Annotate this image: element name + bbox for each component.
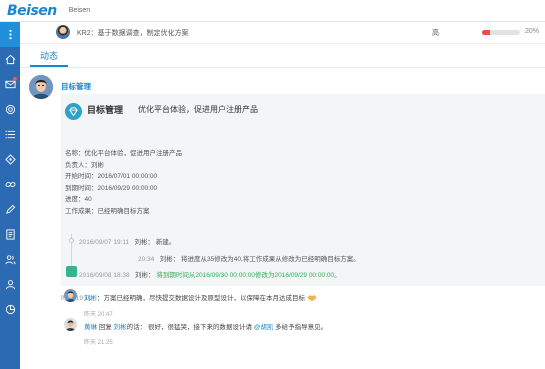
timeline-entry: 2016/09/07 19:11 刘彬： 新建。 — [79, 236, 175, 246]
avatar[interactable] — [29, 75, 53, 99]
comment-time: 昨天 20:47 — [84, 312, 113, 318]
comment-avatar-image — [64, 318, 77, 331]
tab-activity[interactable]: 动态 — [30, 46, 69, 67]
kr-priority: 高 — [432, 30, 439, 37]
comment-avatar[interactable] — [64, 318, 77, 331]
timeline-text: 新建。 — [155, 239, 176, 246]
goal-details: 名称：优化平台体验，促进用户注册产品 负责人：刘彬 开始时间：2016/07/0… — [65, 148, 182, 217]
report-icon — [5, 229, 15, 240]
kr-progress-percent: 20% — [525, 28, 540, 35]
reply-suffix: 的话： — [126, 324, 147, 331]
reply-word: 回复 — [98, 324, 112, 331]
comment-body: ：方案已经明确，尽快提交数据设计及原型设计，以保障在本月达成目标 — [97, 295, 305, 302]
detail-name: 名称：优化平台体验，促进用户注册产品 — [65, 150, 182, 157]
sidebar — [0, 22, 20, 369]
person-icon — [5, 280, 15, 290]
detail-progress: 进度：40 — [65, 196, 92, 203]
main-content: KR2：基于数据调查，制定优化方案 高 20% 动态 目标管理 目标管理 优化平… — [20, 22, 545, 369]
target-icon — [5, 104, 15, 115]
list-icon — [5, 130, 15, 139]
comment-time: 昨天 21:25 — [84, 340, 113, 346]
reply-target[interactable]: 刘彬 — [114, 324, 127, 331]
top-bar: Beisen Beisen — [0, 0, 545, 22]
detail-result: 工作成果：已经明确目标方案 — [65, 207, 150, 215]
sidebar-item-list[interactable] — [0, 122, 20, 147]
beisen-logo[interactable]: Beisen — [7, 3, 57, 19]
timeline-dot — [69, 238, 74, 243]
sidebar-item-home[interactable] — [0, 47, 20, 72]
timeline-user: 刘彬： — [134, 239, 155, 246]
home-icon — [5, 54, 15, 65]
chart-icon — [5, 304, 15, 315]
comment-avatar-image — [64, 289, 77, 302]
comment-avatar[interactable] — [64, 289, 77, 302]
mention-link[interactable]: @胡凯 — [254, 324, 274, 331]
comment-text: 刘彬：方案已经明确，尽快提交数据设计及原型设计，以保障在本月达成目标 — [84, 292, 317, 302]
sidebar-item-messages[interactable] — [0, 72, 20, 97]
sidebar-item-people[interactable] — [0, 247, 20, 272]
card-goal-title[interactable]: 优化平台体验，促进用户注册产品 — [138, 104, 258, 115]
timeline-user: 刘彬： — [159, 256, 180, 263]
kr-progress-bar — [482, 30, 520, 35]
people-icon — [4, 255, 16, 265]
sidebar-item-target[interactable] — [0, 97, 20, 122]
post-title[interactable]: 目标管理 — [61, 81, 91, 92]
comment-text: 黄琳 回复 刘彬的话： 很好，很猛哭，接下来的数据设计请 @胡凯 多给予指导意见… — [84, 321, 327, 331]
change-timeline: 2016/09/07 19:11 刘彬： 新建。 20:34 刘彬： 将进度从3… — [65, 232, 545, 286]
goal-diamond-icon — [65, 103, 82, 120]
comment-body-end: 多给予指导意见。 — [275, 324, 328, 331]
timeline-text: 将进度从35修改为40,将工作成果从修改为已经明确目标方案。 — [181, 256, 360, 263]
kr-owner-avatar — [56, 25, 70, 39]
goal-card: 目标管理 优化平台体验，促进用户注册产品 名称：优化平台体验，促进用户注册产品 … — [61, 94, 545, 286]
timeline-time: 2016/09/07 19:11 — [79, 239, 130, 246]
timeline-entry: 20:34 刘彬： 将进度从35修改为40,将工作成果从修改为已经明确目标方案。 — [138, 253, 360, 263]
timeline-user: 刘彬： — [135, 272, 155, 279]
notification-dot — [13, 77, 17, 81]
timeline-time: 20:34 — [138, 256, 155, 263]
key-result-row[interactable]: KR2：基于数据调查，制定优化方案 高 20% — [20, 22, 545, 44]
comment-author[interactable]: 刘彬 — [84, 295, 97, 302]
edit-icon — [5, 204, 15, 214]
detail-owner: 负责人：刘彬 — [65, 161, 104, 169]
sidebar-item-edit[interactable] — [0, 197, 20, 222]
sidebar-item-report[interactable] — [0, 222, 20, 247]
link-icon — [5, 181, 15, 188]
handshake-icon — [307, 295, 317, 301]
menu-icon — [8, 29, 12, 40]
diamond-icon — [4, 154, 16, 165]
detail-due: 到期时间：2016/09/29 00:00:00 — [65, 184, 158, 192]
timeline-text: 将到期时间从2016/09/30 00:00:00修改为2016/09/29 0… — [156, 272, 341, 279]
user-avatar-image — [29, 75, 53, 99]
comment-body: 很好，很猛哭，接下来的数据设计请 — [147, 324, 252, 331]
timeline-edit-icon — [66, 266, 77, 277]
sidebar-item-chart[interactable] — [0, 297, 20, 322]
kr-text[interactable]: KR2：基于数据调查，制定优化方案 — [77, 28, 189, 38]
brand-name[interactable]: Beisen — [69, 7, 90, 14]
timeline-entry: 2016/09/08 18:38 刘彬： 将到期时间从2016/09/30 00… — [79, 269, 341, 279]
detail-start: 开始时间：2016/07/01 00:00:00 — [65, 173, 158, 180]
kr-progress-fill — [482, 30, 490, 35]
sidebar-menu[interactable] — [0, 22, 20, 47]
timeline-time: 2016/09/08 18:38 — [79, 272, 130, 279]
sidebar-item-diamond[interactable] — [0, 147, 20, 172]
tab-bar: 动态 — [20, 46, 545, 68]
sidebar-item-link[interactable] — [0, 172, 20, 197]
card-type-label: 目标管理 — [87, 105, 124, 115]
sidebar-item-person[interactable] — [0, 272, 20, 297]
comment-author[interactable]: 黄琳 — [84, 324, 97, 331]
